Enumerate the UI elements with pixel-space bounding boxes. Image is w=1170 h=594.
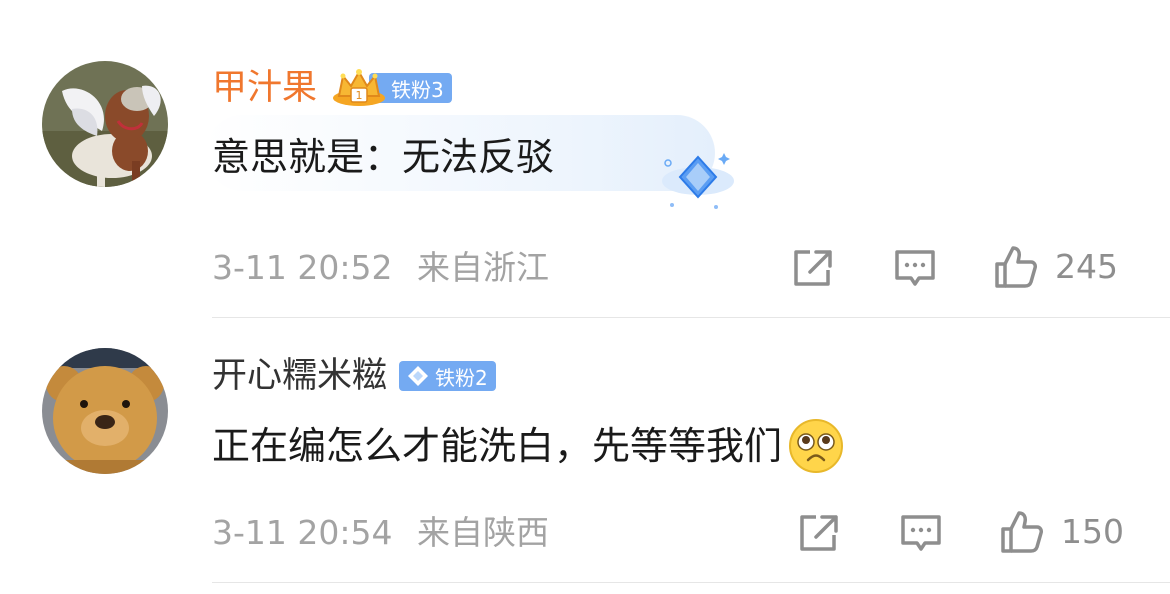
fan-badge[interactable]: 铁粉2 <box>399 360 496 392</box>
comment-icon <box>901 515 941 551</box>
username[interactable]: 开心糯米糍 <box>212 354 387 398</box>
comment-text: 正在编怎么才能洗白，先等等我们 <box>212 418 844 474</box>
thumbs-up-icon <box>1001 511 1043 553</box>
svg-text:1: 1 <box>356 89 363 102</box>
share-button[interactable] <box>798 513 840 553</box>
timestamp: 3-11 20:54 <box>212 513 393 552</box>
avatar[interactable] <box>42 348 168 474</box>
share-icon <box>800 515 838 551</box>
badge-label: 铁粉2 <box>435 365 488 390</box>
badge-pill: 铁粉2 <box>399 361 496 391</box>
comment-text-content: 正在编怎么才能洗白，先等等我们 <box>212 424 783 468</box>
pleading-face-emoji <box>789 419 844 473</box>
like-button[interactable]: 150 <box>999 509 1124 555</box>
divider <box>212 582 1170 583</box>
name-row: 开心糯米糍 铁粉2 <box>212 352 496 400</box>
location: 来自陕西 <box>417 513 549 552</box>
like-count: 150 <box>1061 512 1124 551</box>
comment-meta: 3-11 20:54 来自陕西 <box>212 513 549 553</box>
avatar-image <box>42 348 168 474</box>
crown-icon: 1 <box>333 69 386 106</box>
comment-item: 开心糯米糍 铁粉2 正在编怎么才能洗白，先等等我们 3-11 20:54 来自陕… <box>0 0 1170 594</box>
reply-button[interactable] <box>899 513 943 555</box>
diamond-icon <box>408 366 429 386</box>
